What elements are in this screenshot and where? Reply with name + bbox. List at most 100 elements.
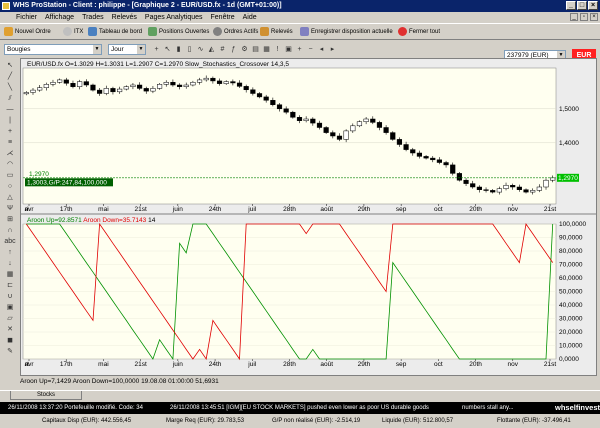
save-layout-icon	[300, 26, 309, 36]
itx-button[interactable]: ITX	[63, 26, 83, 38]
ray-icon[interactable]: ╲	[3, 82, 17, 93]
alert-tool-icon[interactable]: !	[273, 45, 282, 54]
app-window: WHS ProStation - Client : philippe - [Gr…	[0, 0, 600, 428]
dashboard-icon	[88, 26, 97, 36]
close-button[interactable]: ×	[588, 1, 598, 10]
template-tool-icon[interactable]: ▦	[262, 45, 271, 54]
pointer-icon[interactable]: ↖	[3, 60, 17, 71]
close-all-button[interactable]: Fermer tout	[398, 26, 440, 38]
mdi-minimize-button[interactable]: _	[570, 13, 578, 21]
ruler-icon[interactable]: ⊏	[3, 280, 17, 291]
candle	[250, 89, 256, 94]
menu-fichier[interactable]: Fichier	[0, 12, 41, 23]
menu-fenetre[interactable]: Fenêtre	[207, 12, 239, 23]
liquid-balance: Liquide (EUR): 512.800,57	[382, 418, 454, 424]
calculator-icon[interactable]: ▦	[3, 269, 17, 280]
active-orders-button[interactable]: Ordres Actifs	[213, 26, 258, 38]
price-tick-label: 1,4000	[559, 140, 579, 147]
channel-icon[interactable]: ⫽	[3, 93, 17, 104]
trendline-icon[interactable]: ╱	[3, 71, 17, 82]
menu-releves[interactable]: Relevés	[108, 12, 141, 23]
candle	[356, 121, 363, 127]
chart-style-select[interactable]: Bougies ▼	[4, 44, 102, 55]
brush-icon[interactable]: ✎	[3, 346, 17, 357]
maximize-button[interactable]: □	[577, 1, 587, 10]
line-tool-icon[interactable]: ∿	[196, 45, 205, 54]
bars-tool-icon[interactable]: ▮	[174, 45, 183, 54]
crosshair-tool-icon[interactable]: +	[152, 45, 161, 54]
aroon-x-label: 28th	[283, 361, 296, 368]
fibonacci-icon[interactable]: ≡	[3, 137, 17, 148]
ellipse-icon[interactable]: ○	[3, 181, 17, 192]
aroon-tick-label: 40,0000	[559, 302, 583, 309]
scroll-right-icon[interactable]: ▸	[328, 45, 337, 54]
candle	[130, 84, 136, 87]
candle	[276, 104, 283, 110]
text-tool-icon[interactable]: abc	[3, 236, 17, 247]
rectangle-icon[interactable]: ▭	[3, 170, 17, 181]
menu-aide[interactable]: Aide	[239, 12, 261, 23]
aroon-tick-label: 30,0000	[559, 316, 583, 323]
mdi-restore-button[interactable]: ▫	[580, 13, 588, 21]
candle	[103, 88, 109, 94]
arrow-up-icon[interactable]: ↑	[3, 247, 17, 258]
candle	[190, 82, 196, 86]
aroon-tick-label: 50,0000	[559, 289, 583, 296]
scroll-left-icon[interactable]: ◂	[317, 45, 326, 54]
grid-tool-icon[interactable]: #	[218, 45, 227, 54]
candle	[210, 77, 216, 82]
print-tool-icon[interactable]: ▤	[251, 45, 260, 54]
eraser-icon[interactable]: ▱	[3, 313, 17, 324]
cycle-icon[interactable]: ∩	[3, 225, 17, 236]
lock-icon[interactable]: ▣	[3, 302, 17, 313]
candle	[430, 157, 436, 161]
menu-pages-analytiques[interactable]: Pages Analytiques	[141, 12, 207, 23]
minimize-button[interactable]: _	[566, 1, 576, 10]
open-positions-button[interactable]: Positions Ouvertes	[148, 26, 209, 38]
statements-button[interactable]: Relevés	[260, 26, 293, 38]
gann-icon[interactable]: ⊞	[3, 214, 17, 225]
dashboard-button[interactable]: Tableau de bord	[88, 26, 142, 38]
color-icon[interactable]: ◼	[3, 335, 17, 346]
triangle-icon[interactable]: △	[3, 192, 17, 203]
delete-icon[interactable]: ✕	[3, 324, 17, 335]
save-tool-icon[interactable]: ▣	[284, 45, 293, 54]
candle	[63, 79, 69, 84]
settings-tool-icon[interactable]: ⚙	[240, 45, 249, 54]
zoom-out-icon[interactable]: −	[306, 45, 315, 54]
news-ticker[interactable]: 26/11/2008 13:45:51 [IGM][EU STOCK MARKE…	[170, 402, 429, 414]
candle	[536, 186, 542, 191]
arrow-down-icon[interactable]: ↓	[3, 258, 17, 269]
candle	[436, 159, 442, 163]
candle	[423, 156, 429, 159]
cross-icon[interactable]: +	[3, 126, 17, 137]
magnet-icon[interactable]: ∪	[3, 291, 17, 302]
news-ticker-2[interactable]: numbers stall any...	[462, 402, 514, 414]
vertical-line-icon[interactable]: |	[3, 115, 17, 126]
menu-affichage[interactable]: Affichage	[41, 12, 78, 23]
tab-stocks[interactable]: Stocks	[10, 391, 82, 400]
price-x-label: juin	[172, 206, 184, 213]
candle	[263, 96, 269, 101]
pitchfork-icon[interactable]: Ψ	[3, 203, 17, 214]
arc-icon[interactable]: ◠	[3, 159, 17, 170]
save-layout-button[interactable]: Enregistrer disposition actuelle	[300, 26, 393, 38]
horizontal-line-icon[interactable]: —	[3, 104, 17, 115]
zoom-in-icon[interactable]: +	[295, 45, 304, 54]
area-tool-icon[interactable]: ◭	[207, 45, 216, 54]
new-order-button[interactable]: Nouvel Ordre	[4, 26, 51, 38]
statements-icon	[260, 26, 269, 36]
pointer-tool-icon[interactable]: ↖	[163, 45, 172, 54]
positions-icon	[148, 26, 157, 36]
candles-tool-icon[interactable]: ▯	[185, 45, 194, 54]
mdi-close-button[interactable]: ×	[590, 13, 598, 21]
aroon-x-label: 24th	[209, 361, 222, 368]
fan-icon[interactable]: ⋌	[3, 148, 17, 159]
menu-trades[interactable]: Trades	[78, 12, 108, 23]
aroon-tick-label: 60,0000	[559, 275, 583, 282]
chart-window[interactable]: 1,5000 1,4000 1,2970 1,2970 1,3003,G/P:247,8…	[20, 58, 597, 376]
aroon-panel-header: Aroon Up=92.8571 Aroon Down=35.7143 14	[27, 217, 155, 224]
aroon-down-label: Aroon Down=35.7143	[83, 217, 147, 224]
period-select[interactable]: Jour ▼	[108, 44, 146, 55]
indicator-tool-icon[interactable]: ƒ	[229, 45, 238, 54]
